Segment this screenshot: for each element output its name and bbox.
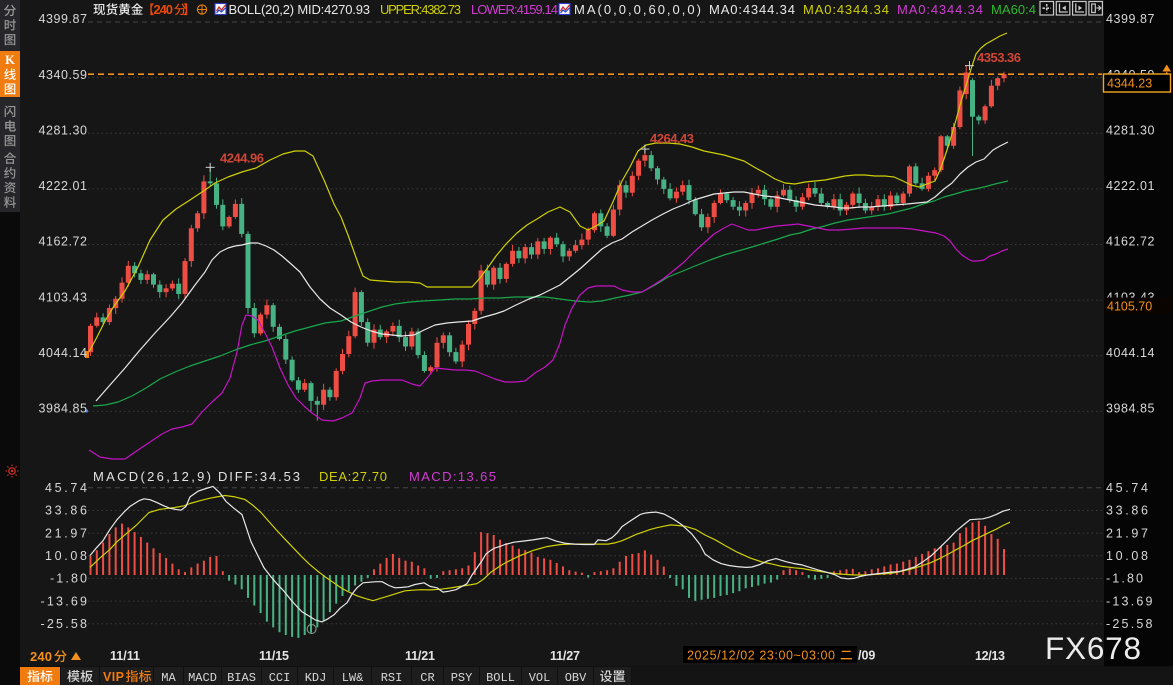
svg-text:MA0:4344.34: MA0:4344.34 xyxy=(709,2,795,17)
svg-text:-1.80: -1.80 xyxy=(1106,572,1143,586)
svg-text:MACD:13.65: MACD:13.65 xyxy=(409,469,496,484)
svg-text:OBV: OBV xyxy=(565,671,587,685)
svg-text:MA: MA xyxy=(161,671,176,685)
svg-text:LW&: LW& xyxy=(342,671,364,685)
svg-text:VOL: VOL xyxy=(529,671,551,685)
svg-text:11/11: 11/11 xyxy=(110,649,140,663)
svg-text:MA0:4344.34: MA0:4344.34 xyxy=(803,2,889,17)
svg-text:4281.30: 4281.30 xyxy=(39,123,88,137)
svg-text:4105.70: 4105.70 xyxy=(1107,300,1152,314)
svg-text:4162.72: 4162.72 xyxy=(1106,235,1155,249)
svg-text:KDJ: KDJ xyxy=(305,671,327,685)
svg-text:4353.36: 4353.36 xyxy=(977,50,1021,65)
svg-text:4399.87: 4399.87 xyxy=(39,12,88,26)
svg-text:45.74: 45.74 xyxy=(1106,481,1148,495)
svg-text:3984.85: 3984.85 xyxy=(39,402,88,416)
svg-text:/09: /09 xyxy=(858,649,875,663)
svg-text:11/15: 11/15 xyxy=(259,649,289,663)
svg-text:4222.01: 4222.01 xyxy=(1106,179,1155,193)
svg-text:BOLL(20,2) MID:4270.93: BOLL(20,2) MID:4270.93 xyxy=(229,2,371,17)
svg-text:45.74: 45.74 xyxy=(45,481,87,495)
svg-text:UPPER:4382.73: UPPER:4382.73 xyxy=(380,2,461,17)
svg-text:CCI: CCI xyxy=(269,671,291,685)
svg-text:4044.14: 4044.14 xyxy=(1106,346,1155,360)
svg-text:4281.30: 4281.30 xyxy=(1106,123,1155,137)
svg-text:4340.59: 4340.59 xyxy=(39,68,88,82)
svg-text:21.97: 21.97 xyxy=(45,526,87,540)
svg-text:11/27: 11/27 xyxy=(550,649,580,663)
svg-text:RSI: RSI xyxy=(381,671,403,685)
svg-text:PSY: PSY xyxy=(451,671,473,685)
svg-text:BIAS: BIAS xyxy=(227,671,256,685)
svg-text:MACD(26,12,9): MACD(26,12,9) xyxy=(93,469,211,484)
svg-text:10.08: 10.08 xyxy=(45,549,87,563)
svg-text:3984.85: 3984.85 xyxy=(1106,402,1155,416)
svg-text:12/13: 12/13 xyxy=(975,649,1005,663)
svg-text:-1.80: -1.80 xyxy=(50,572,87,586)
svg-text:240: 240 xyxy=(154,2,174,17)
svg-text:11/21: 11/21 xyxy=(405,649,435,663)
svg-text:4162.72: 4162.72 xyxy=(39,235,88,249)
svg-text:33.86: 33.86 xyxy=(1106,504,1148,518)
svg-text:240: 240 xyxy=(30,649,52,664)
svg-text:MA(0,0,0,60,0,0): MA(0,0,0,60,0,0) xyxy=(574,2,701,17)
svg-text:BOLL: BOLL xyxy=(486,671,515,685)
svg-text:21.97: 21.97 xyxy=(1106,526,1148,540)
svg-text:MA60:4: MA60:4 xyxy=(991,2,1036,17)
svg-text:4103.43: 4103.43 xyxy=(39,290,88,304)
svg-text:DEA:27.70: DEA:27.70 xyxy=(319,469,387,484)
svg-text:MA0:4344.34: MA0:4344.34 xyxy=(897,2,983,17)
svg-text:4044.14: 4044.14 xyxy=(39,346,88,360)
svg-text:33.86: 33.86 xyxy=(45,504,87,518)
svg-text:K: K xyxy=(5,53,15,67)
svg-text:VIP: VIP xyxy=(103,670,124,684)
svg-text:4344.23: 4344.23 xyxy=(1107,77,1152,91)
svg-text:FX678: FX678 xyxy=(1045,630,1141,666)
svg-text:4264.43: 4264.43 xyxy=(650,131,694,146)
svg-text:MACD: MACD xyxy=(188,671,217,685)
svg-text:4222.01: 4222.01 xyxy=(39,179,88,193)
svg-text:10.08: 10.08 xyxy=(1106,549,1148,563)
svg-text:CR: CR xyxy=(420,671,434,685)
svg-text:2025/12/02 23:00~03:00: 2025/12/02 23:00~03:00 xyxy=(687,649,835,663)
svg-text:4244.96: 4244.96 xyxy=(220,151,264,166)
svg-text:4399.87: 4399.87 xyxy=(1106,12,1155,26)
svg-text:LOWER:4159.14: LOWER:4159.14 xyxy=(471,2,558,17)
svg-text:DIFF:34.53: DIFF:34.53 xyxy=(218,469,300,484)
